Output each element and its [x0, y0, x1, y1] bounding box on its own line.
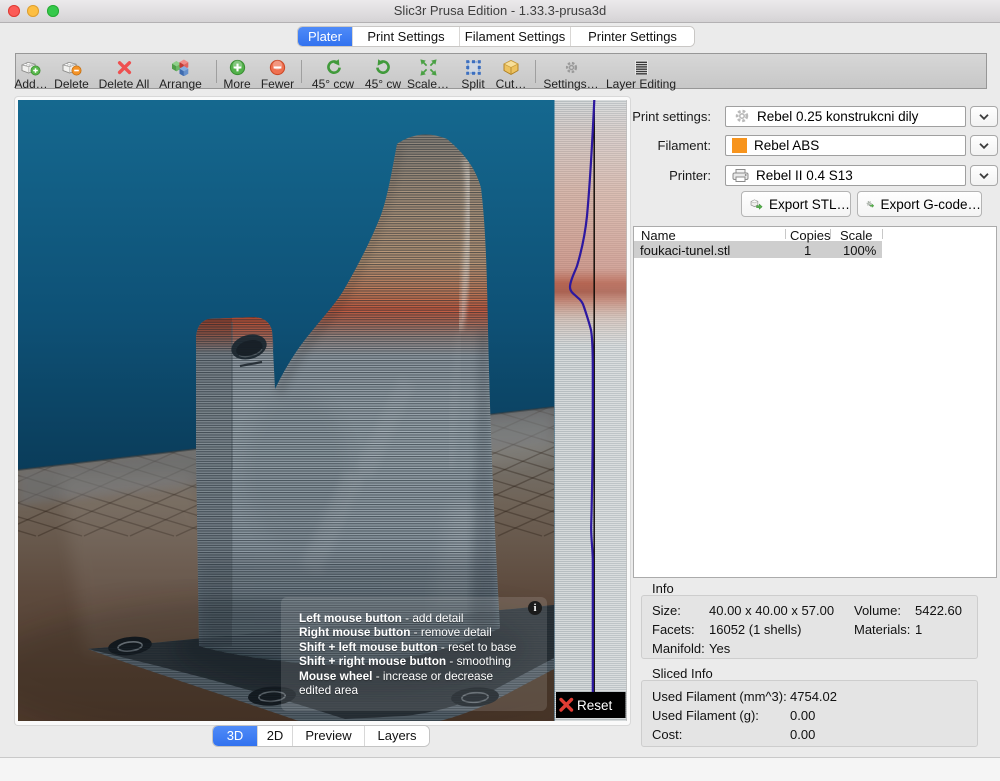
svg-text:Reset: Reset	[577, 698, 613, 713]
